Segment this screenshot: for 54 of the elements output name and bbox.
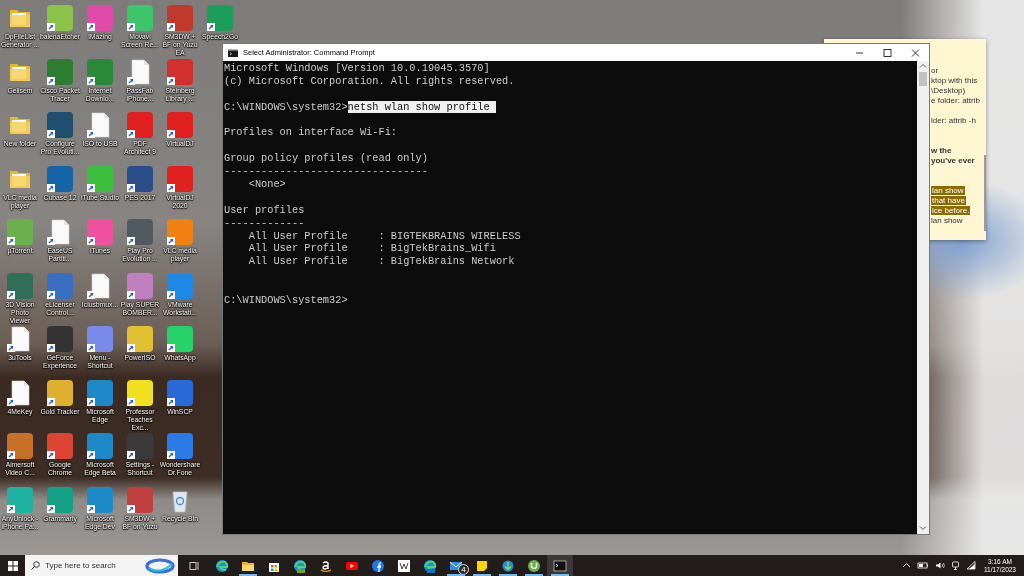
console-line: (c) Microsoft Corporation. All rights reserved. [224,74,516,88]
note-text-line: lan show [931,216,963,225]
task-view-icon [188,560,200,571]
highlighted-text: that have [931,196,966,205]
search-icon [31,561,40,570]
close-icon [909,47,921,58]
count-badge: 4 [458,564,469,575]
download-arrow-icon [501,558,515,573]
browser-icon [293,558,307,573]
note-text-line: lder: attrib -h [931,116,976,125]
chevron-up-icon [901,561,911,570]
note-text-line: \Desktop) [931,86,966,95]
console-line: <None> [247,178,287,191]
note-text-line: you've ever [931,156,975,165]
speaker-icon [934,561,945,570]
console-line: User profiles [224,203,306,217]
maximize-icon [881,47,893,58]
highlighted-text: ice before. [931,206,971,215]
camera-icon [950,561,960,570]
windows-logo-icon [7,560,18,571]
highlighted-text: lan show [931,186,965,195]
browser-icon [215,558,229,573]
search-field[interactable]: Type here to search [45,559,140,572]
browser-icon [423,558,437,573]
torrent-app-icon [527,558,541,573]
encyclopedia-app-icon [397,558,411,573]
taskbar-app-button[interactable]: 4 [443,555,469,576]
wifi-signal-icon [965,561,976,570]
scrollbar-thumb[interactable] [984,155,986,231]
console-line: ------------- [224,216,306,230]
console-line: C:\WINDOWS\system32>netsh wlan show profile [224,100,917,114]
sticky-note-icon [475,558,489,573]
ring-logo-icon [145,557,175,574]
console-line: All User Profile : BIGTEKBRAINS WIRELESS [247,229,522,243]
console-line: All User Profile : BigTekBrains_Wifi [247,242,497,256]
smile-logo-icon [319,558,333,573]
console-line: Profiles on interface Wi-Fi: [224,126,399,140]
console-line: Group policy profiles (read only) [224,152,429,166]
note-text-line: e folder: attrib [931,96,980,105]
taskbar-app-button[interactable] [547,555,573,576]
console-icon [553,558,567,573]
scrollbar-thumb[interactable] [919,72,927,86]
scrollbar[interactable] [917,61,929,534]
console-line: --------------------------------- [224,165,429,178]
battery-icon [916,561,929,570]
console-line: All User Profile : BigTekBrains Network [247,255,516,269]
social-app-icon [371,558,385,573]
search-box[interactable]: Type here to search [25,555,178,576]
console-line: Microsoft Windows [Version 10.0.19045.3570] [224,62,491,75]
console-line: C:\WINDOWS\system32> [224,294,349,307]
note-text-line: w the [931,146,952,155]
note-text-line: ktop with this [931,76,978,85]
console-icon [228,48,238,57]
note-text-line: or [931,66,939,75]
